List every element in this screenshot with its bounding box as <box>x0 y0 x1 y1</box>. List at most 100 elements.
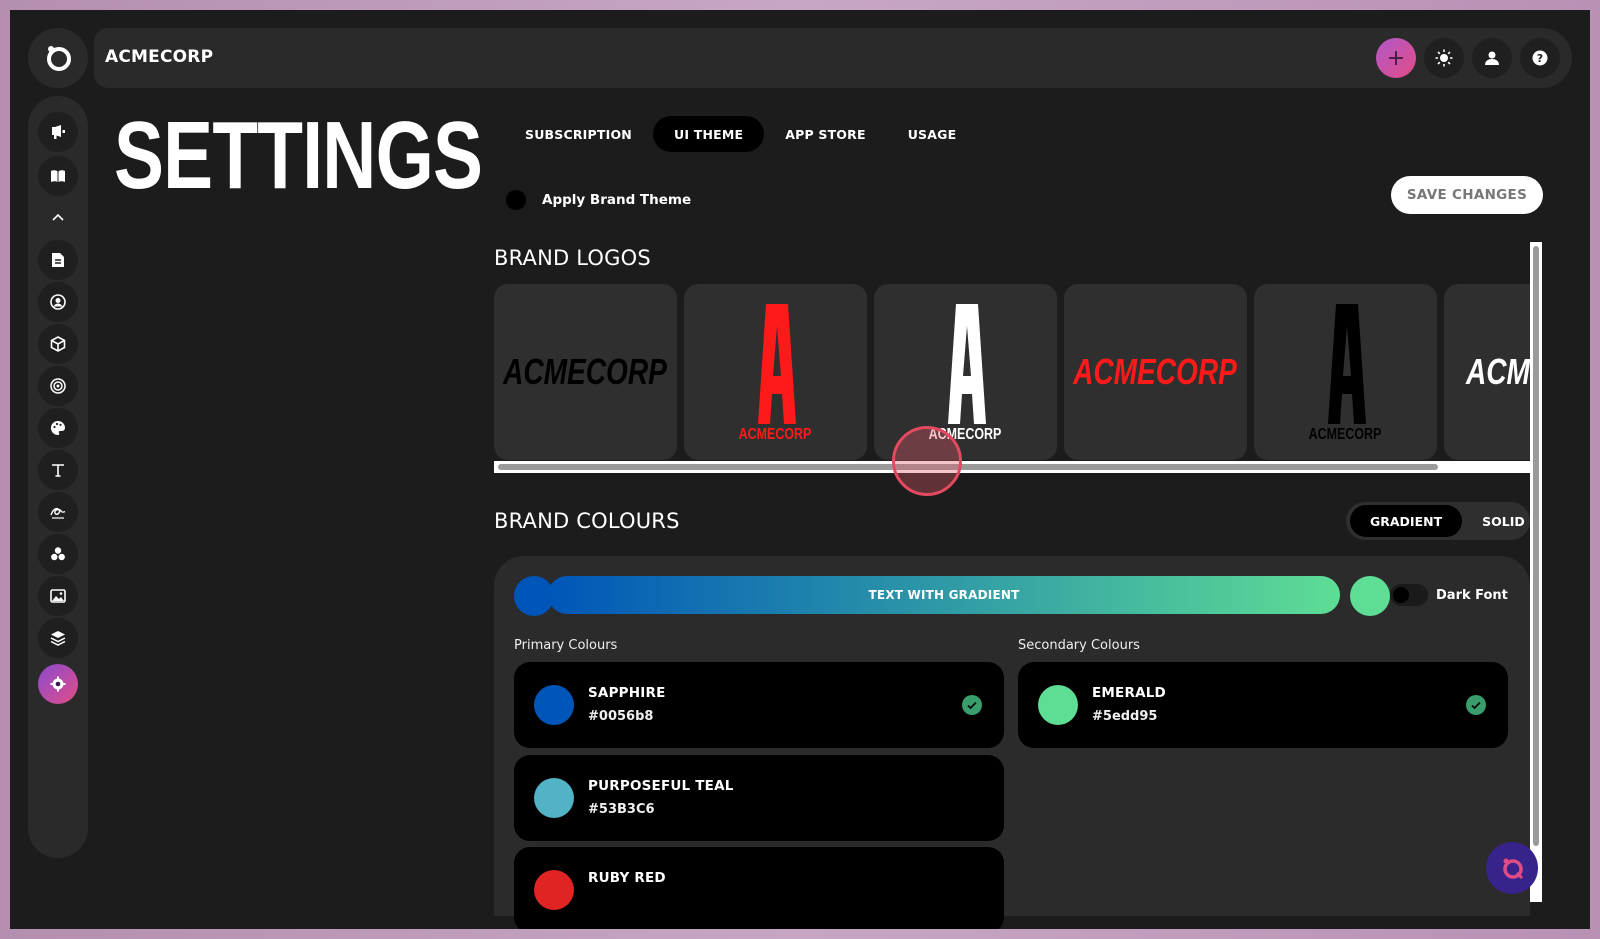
logo-card[interactable]: ACMECORP <box>1254 284 1437 460</box>
sidebar-item-signatures[interactable] <box>38 492 78 532</box>
sidebar-item-settings[interactable] <box>38 664 78 704</box>
content-scrollbar-thumb[interactable] <box>1533 246 1539 846</box>
primary-colour-card[interactable]: RUBY RED <box>514 847 1004 929</box>
apply-brand-theme-label: Apply Brand Theme <box>542 192 692 208</box>
brand-colours-heading: BRAND COLOURS <box>494 509 680 533</box>
content-vertical-scrollbar[interactable] <box>1530 242 1542 902</box>
sidebar-item-colours[interactable] <box>38 408 78 448</box>
tab-ui-theme[interactable]: UI THEME <box>652 116 765 152</box>
logo-wordmark: ACMECORP <box>502 352 667 392</box>
sidebar-item-documents[interactable] <box>38 240 78 280</box>
sun-icon <box>1435 49 1453 67</box>
signature-icon <box>50 507 66 519</box>
logos-horizontal-scrollbar[interactable] <box>494 461 1530 473</box>
colour-name: SAPPHIRE <box>588 685 666 701</box>
apply-brand-theme-radio[interactable] <box>506 190 526 210</box>
tab-subscription[interactable]: SUBSCRIPTION <box>504 116 653 152</box>
add-icon <box>1389 51 1403 65</box>
colour-swatch <box>1038 685 1078 725</box>
logo-monogram <box>1328 304 1366 424</box>
logo-sub-wordmark: ACMECORP <box>1309 426 1382 444</box>
app-window: ACMECORP ? SETTINGS SUBSCRIPTION UI THEM… <box>10 10 1590 929</box>
check-icon <box>962 695 982 715</box>
svg-text:?: ? <box>1537 52 1543 65</box>
settings-icon <box>50 676 66 692</box>
sidebar-item-personas[interactable] <box>38 282 78 322</box>
colour-hex: #5edd95 <box>1092 709 1158 724</box>
colour-swatch <box>534 685 574 725</box>
logo-wordmark: ACMECORP <box>1072 352 1237 392</box>
page-title: SETTINGS <box>114 102 483 209</box>
layers-icon <box>50 631 66 646</box>
logo-card[interactable]: ACMECORP <box>684 284 867 460</box>
workspace-name: ACMECORP <box>105 47 214 67</box>
gradient-preview[interactable]: TEXT WITH GRADIENT <box>548 576 1340 614</box>
sidebar-item-templates[interactable] <box>38 618 78 658</box>
gradient-end-swatch[interactable] <box>1350 576 1390 616</box>
colour-swatch <box>534 870 574 910</box>
sidebar-item-segments[interactable] <box>38 534 78 574</box>
sidebar-item-goals[interactable] <box>38 366 78 406</box>
colour-swatch <box>534 778 574 818</box>
dark-font-label: Dark Font <box>1436 587 1508 603</box>
brand-colours-panel: TEXT WITH GRADIENT Dark Font Primary Col… <box>494 556 1530 929</box>
logo-wordmark: ACMECORP <box>1465 352 1530 392</box>
sidebar-item-guidelines[interactable] <box>38 156 78 196</box>
brand-logos-carousel: ACMECORP ACMECORP ACMECORP ACMECORP ACME… <box>494 284 1530 460</box>
colour-hex: #0056b8 <box>588 709 654 724</box>
save-changes-button[interactable]: SAVE CHANGES <box>1391 176 1543 214</box>
colour-name: PURPOSEFUL TEAL <box>588 778 734 794</box>
colour-name: EMERALD <box>1092 685 1166 701</box>
logo-monogram <box>948 304 986 424</box>
sidebar-collapse-toggle[interactable] <box>38 202 78 232</box>
secondary-colours-label: Secondary Colours <box>1018 638 1140 653</box>
sidebar-item-products[interactable] <box>38 324 78 364</box>
tab-usage[interactable]: USAGE <box>887 116 978 152</box>
assistant-logo-icon <box>1503 858 1524 880</box>
gradient-option[interactable]: GRADIENT <box>1350 505 1463 537</box>
logo-card[interactable]: ACMECORP <box>1064 284 1247 460</box>
text-icon <box>52 464 64 477</box>
primary-colour-card[interactable]: SAPPHIRE #0056b8 <box>514 662 1004 748</box>
help-button[interactable]: ? <box>1520 38 1560 78</box>
cursor-highlight <box>892 426 962 496</box>
circles-icon <box>51 547 65 561</box>
check-icon <box>1466 695 1486 715</box>
solid-option[interactable]: SOLID <box>1462 505 1545 537</box>
profile-button[interactable] <box>1472 38 1512 78</box>
target-icon <box>50 378 66 394</box>
megaphone-icon <box>52 125 65 139</box>
primary-colours-label: Primary Colours <box>514 638 618 653</box>
dark-font-switch[interactable] <box>1390 584 1428 606</box>
sidebar-item-images[interactable] <box>38 576 78 616</box>
logo-card[interactable]: ACMECORP <box>1444 284 1530 460</box>
logos-scrollbar-thumb[interactable] <box>498 464 1438 470</box>
image-icon <box>50 589 66 603</box>
user-circle-icon <box>50 294 66 310</box>
sidebar-item-campaigns[interactable] <box>38 112 78 152</box>
logo-sub-wordmark: ACMECORP <box>739 426 812 444</box>
brand-logos-heading: BRAND LOGOS <box>494 246 651 270</box>
dark-font-toggle-row: Dark Font <box>1390 584 1508 606</box>
colour-mode-toggle: GRADIENT SOLID <box>1346 502 1530 540</box>
add-button[interactable] <box>1376 38 1416 78</box>
logo-monogram <box>758 304 796 424</box>
primary-colour-card[interactable]: PURPOSEFUL TEAL #53B3C6 <box>514 755 1004 841</box>
user-icon <box>1485 51 1499 65</box>
palette-icon <box>51 421 65 435</box>
app-logo-icon <box>47 46 71 71</box>
tab-app-store[interactable]: APP STORE <box>764 116 886 152</box>
theme-toggle-button[interactable] <box>1424 38 1464 78</box>
chevron-up-icon <box>52 213 64 221</box>
document-icon <box>52 253 64 267</box>
secondary-colour-card[interactable]: EMERALD #5edd95 <box>1018 662 1508 748</box>
logo-card[interactable]: ACMECORP <box>494 284 677 460</box>
sidebar-item-typography[interactable] <box>38 450 78 490</box>
logo-card[interactable]: ACMECORP <box>874 284 1057 460</box>
sidebar <box>28 96 88 858</box>
apply-brand-theme-row[interactable]: Apply Brand Theme <box>506 190 691 210</box>
cube-icon <box>50 336 66 352</box>
settings-tabs: SUBSCRIPTION UI THEME APP STORE USAGE <box>504 116 977 152</box>
app-logo-button[interactable] <box>28 28 88 88</box>
chat-assistant-button[interactable] <box>1486 842 1538 894</box>
